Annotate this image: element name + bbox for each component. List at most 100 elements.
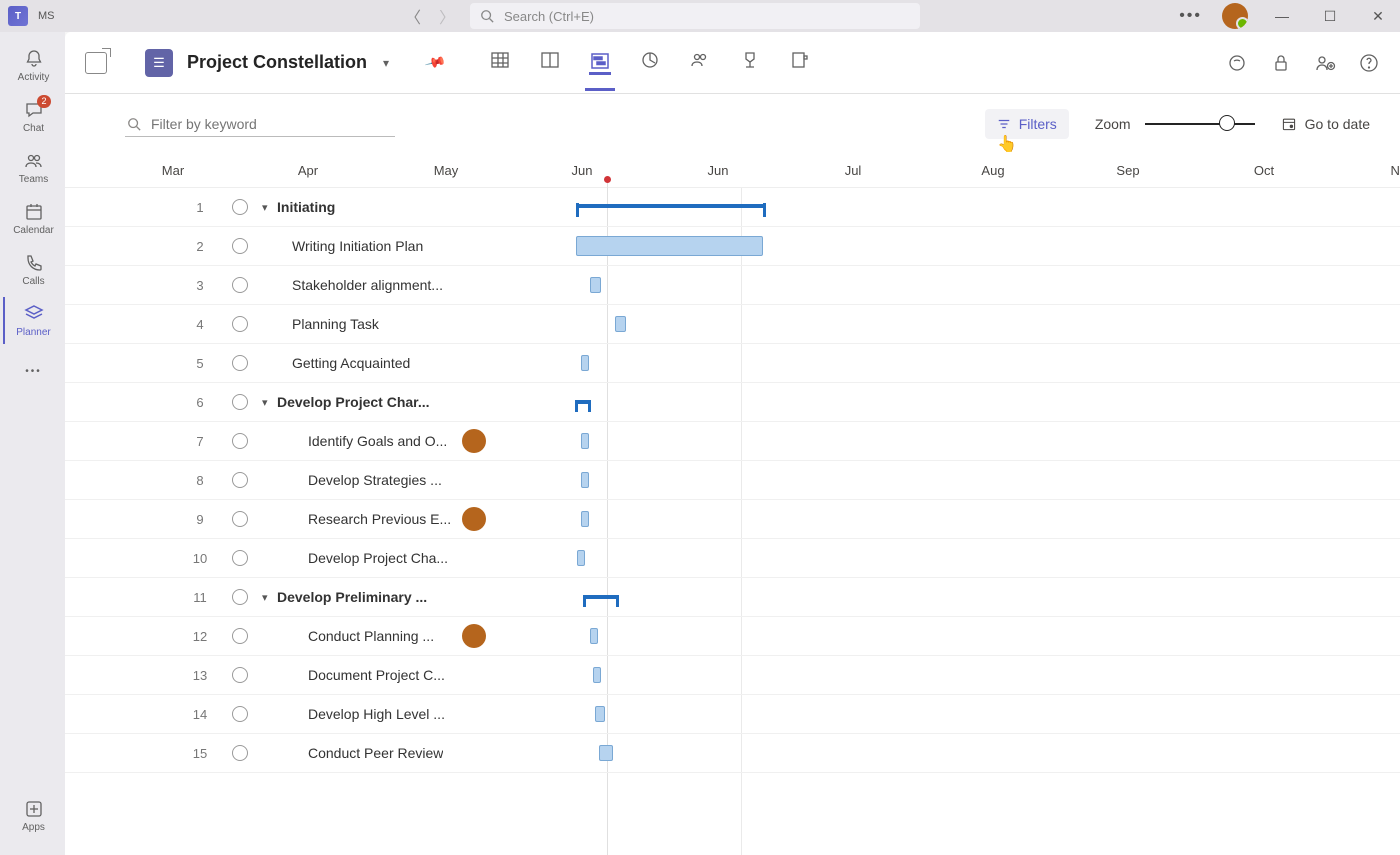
task-row[interactable]: 15Conduct Peer Review	[65, 734, 1400, 773]
assignee-avatar[interactable]	[462, 429, 486, 453]
minimize-button[interactable]: —	[1268, 8, 1296, 24]
task-row[interactable]: 2Writing Initiation Plan	[65, 227, 1400, 266]
complete-checkbox[interactable]	[232, 472, 248, 488]
expand-icon[interactable]: ▾	[262, 591, 268, 604]
chart-view-icon[interactable]	[639, 50, 661, 72]
task-row[interactable]: 5Getting Acquainted	[65, 344, 1400, 383]
task-row[interactable]: 10Develop Project Cha...	[65, 539, 1400, 578]
maximize-button[interactable]: ☐	[1316, 8, 1344, 25]
help-icon[interactable]	[1358, 52, 1380, 74]
gantt-bar[interactable]	[590, 277, 601, 293]
gantt-bar[interactable]	[583, 595, 619, 599]
complete-checkbox[interactable]	[232, 433, 248, 449]
gantt-chart[interactable]: MarAprMayJunJunJulAugSepOctNov 1▾Initiat…	[65, 154, 1400, 855]
task-row[interactable]: 3Stakeholder alignment...	[65, 266, 1400, 305]
task-name[interactable]: Initiating	[277, 199, 335, 215]
complete-checkbox[interactable]	[232, 277, 248, 293]
complete-checkbox[interactable]	[232, 745, 248, 761]
complete-checkbox[interactable]	[232, 511, 248, 527]
go-to-date-button[interactable]: Go to date	[1281, 116, 1370, 132]
complete-checkbox[interactable]	[232, 355, 248, 371]
filters-button[interactable]: Filters	[985, 109, 1069, 139]
filter-input[interactable]	[125, 112, 395, 137]
task-row[interactable]: 12Conduct Planning ...	[65, 617, 1400, 656]
add-people-icon[interactable]	[1314, 52, 1336, 74]
task-name[interactable]: Getting Acquainted	[292, 355, 410, 371]
rail-calendar[interactable]: Calendar	[3, 195, 63, 242]
gantt-bar[interactable]	[581, 355, 589, 371]
complete-checkbox[interactable]	[232, 316, 248, 332]
task-row[interactable]: 9Research Previous E...	[65, 500, 1400, 539]
task-name[interactable]: Planning Task	[292, 316, 379, 332]
gantt-bar[interactable]	[581, 433, 589, 449]
expand-icon[interactable]: ▾	[262, 396, 268, 409]
task-name[interactable]: Writing Initiation Plan	[292, 238, 423, 254]
complete-checkbox[interactable]	[232, 199, 248, 215]
task-name[interactable]: Develop Preliminary ...	[277, 589, 427, 605]
task-row[interactable]: 14Develop High Level ...	[65, 695, 1400, 734]
rail-more[interactable]: •••	[3, 354, 63, 388]
task-row[interactable]: 1▾Initiating	[65, 188, 1400, 227]
grid-view-icon[interactable]	[489, 50, 511, 72]
task-name[interactable]: Document Project C...	[308, 667, 445, 683]
task-name[interactable]: Stakeholder alignment...	[292, 277, 443, 293]
global-search[interactable]: Search (Ctrl+E)	[470, 3, 920, 29]
timeline-view-icon[interactable]	[589, 50, 611, 75]
complete-checkbox[interactable]	[232, 550, 248, 566]
more-icon[interactable]: •••	[1179, 7, 1202, 25]
assignee-avatar[interactable]	[462, 507, 486, 531]
complete-checkbox[interactable]	[232, 667, 248, 683]
complete-checkbox[interactable]	[232, 589, 248, 605]
complete-checkbox[interactable]	[232, 394, 248, 410]
copilot-icon[interactable]	[1226, 52, 1248, 74]
complete-checkbox[interactable]	[232, 706, 248, 722]
gantt-bar[interactable]	[576, 236, 763, 256]
goals-view-icon[interactable]	[739, 50, 761, 72]
filter-keyword-field[interactable]	[151, 116, 393, 132]
task-row[interactable]: 7Identify Goals and O...	[65, 422, 1400, 461]
lock-icon[interactable]	[1270, 52, 1292, 74]
gantt-bar[interactable]	[593, 667, 601, 683]
pin-icon[interactable]: 📌	[424, 51, 448, 74]
gantt-bar[interactable]	[576, 204, 766, 208]
gantt-bar[interactable]	[581, 511, 589, 527]
gantt-bar[interactable]	[577, 550, 585, 566]
complete-checkbox[interactable]	[232, 238, 248, 254]
gantt-bar[interactable]	[590, 628, 598, 644]
rail-activity[interactable]: Activity	[3, 42, 63, 89]
complete-checkbox[interactable]	[232, 628, 248, 644]
task-name[interactable]: Research Previous E...	[308, 511, 451, 527]
rail-chat[interactable]: 2 Chat	[3, 93, 63, 140]
project-title[interactable]: Project Constellation	[187, 52, 367, 73]
expand-icon[interactable]: ▾	[262, 201, 268, 214]
task-name[interactable]: Develop High Level ...	[308, 706, 445, 722]
task-row[interactable]: 6▾Develop Project Char...	[65, 383, 1400, 422]
task-name[interactable]: Identify Goals and O...	[308, 433, 447, 449]
popout-icon[interactable]	[85, 52, 107, 74]
gantt-bar[interactable]	[575, 400, 591, 404]
assignee-avatar[interactable]	[462, 624, 486, 648]
user-avatar[interactable]	[1222, 3, 1248, 29]
board-view-icon[interactable]	[539, 50, 561, 72]
rail-planner[interactable]: Planner	[3, 297, 63, 344]
gantt-bar[interactable]	[599, 745, 613, 761]
rail-calls[interactable]: Calls	[3, 246, 63, 293]
gantt-bar[interactable]	[615, 316, 626, 332]
gantt-bar[interactable]	[595, 706, 605, 722]
task-name[interactable]: Develop Project Char...	[277, 394, 430, 410]
task-row[interactable]: 8Develop Strategies ...	[65, 461, 1400, 500]
rail-teams[interactable]: Teams	[3, 144, 63, 191]
task-row[interactable]: 4Planning Task	[65, 305, 1400, 344]
rail-apps[interactable]: Apps	[3, 792, 63, 839]
task-name[interactable]: Develop Project Cha...	[308, 550, 448, 566]
task-name[interactable]: Conduct Peer Review	[308, 745, 443, 761]
close-button[interactable]: ✕	[1364, 8, 1392, 25]
task-name[interactable]: Conduct Planning ...	[308, 628, 434, 644]
chevron-down-icon[interactable]: ▾	[383, 56, 389, 70]
task-row[interactable]: 13Document Project C...	[65, 656, 1400, 695]
task-name[interactable]: Develop Strategies ...	[308, 472, 442, 488]
assignments-view-icon[interactable]	[789, 50, 811, 72]
people-view-icon[interactable]	[689, 50, 711, 72]
zoom-slider[interactable]	[1145, 123, 1255, 125]
task-row[interactable]: 11▾Develop Preliminary ...	[65, 578, 1400, 617]
